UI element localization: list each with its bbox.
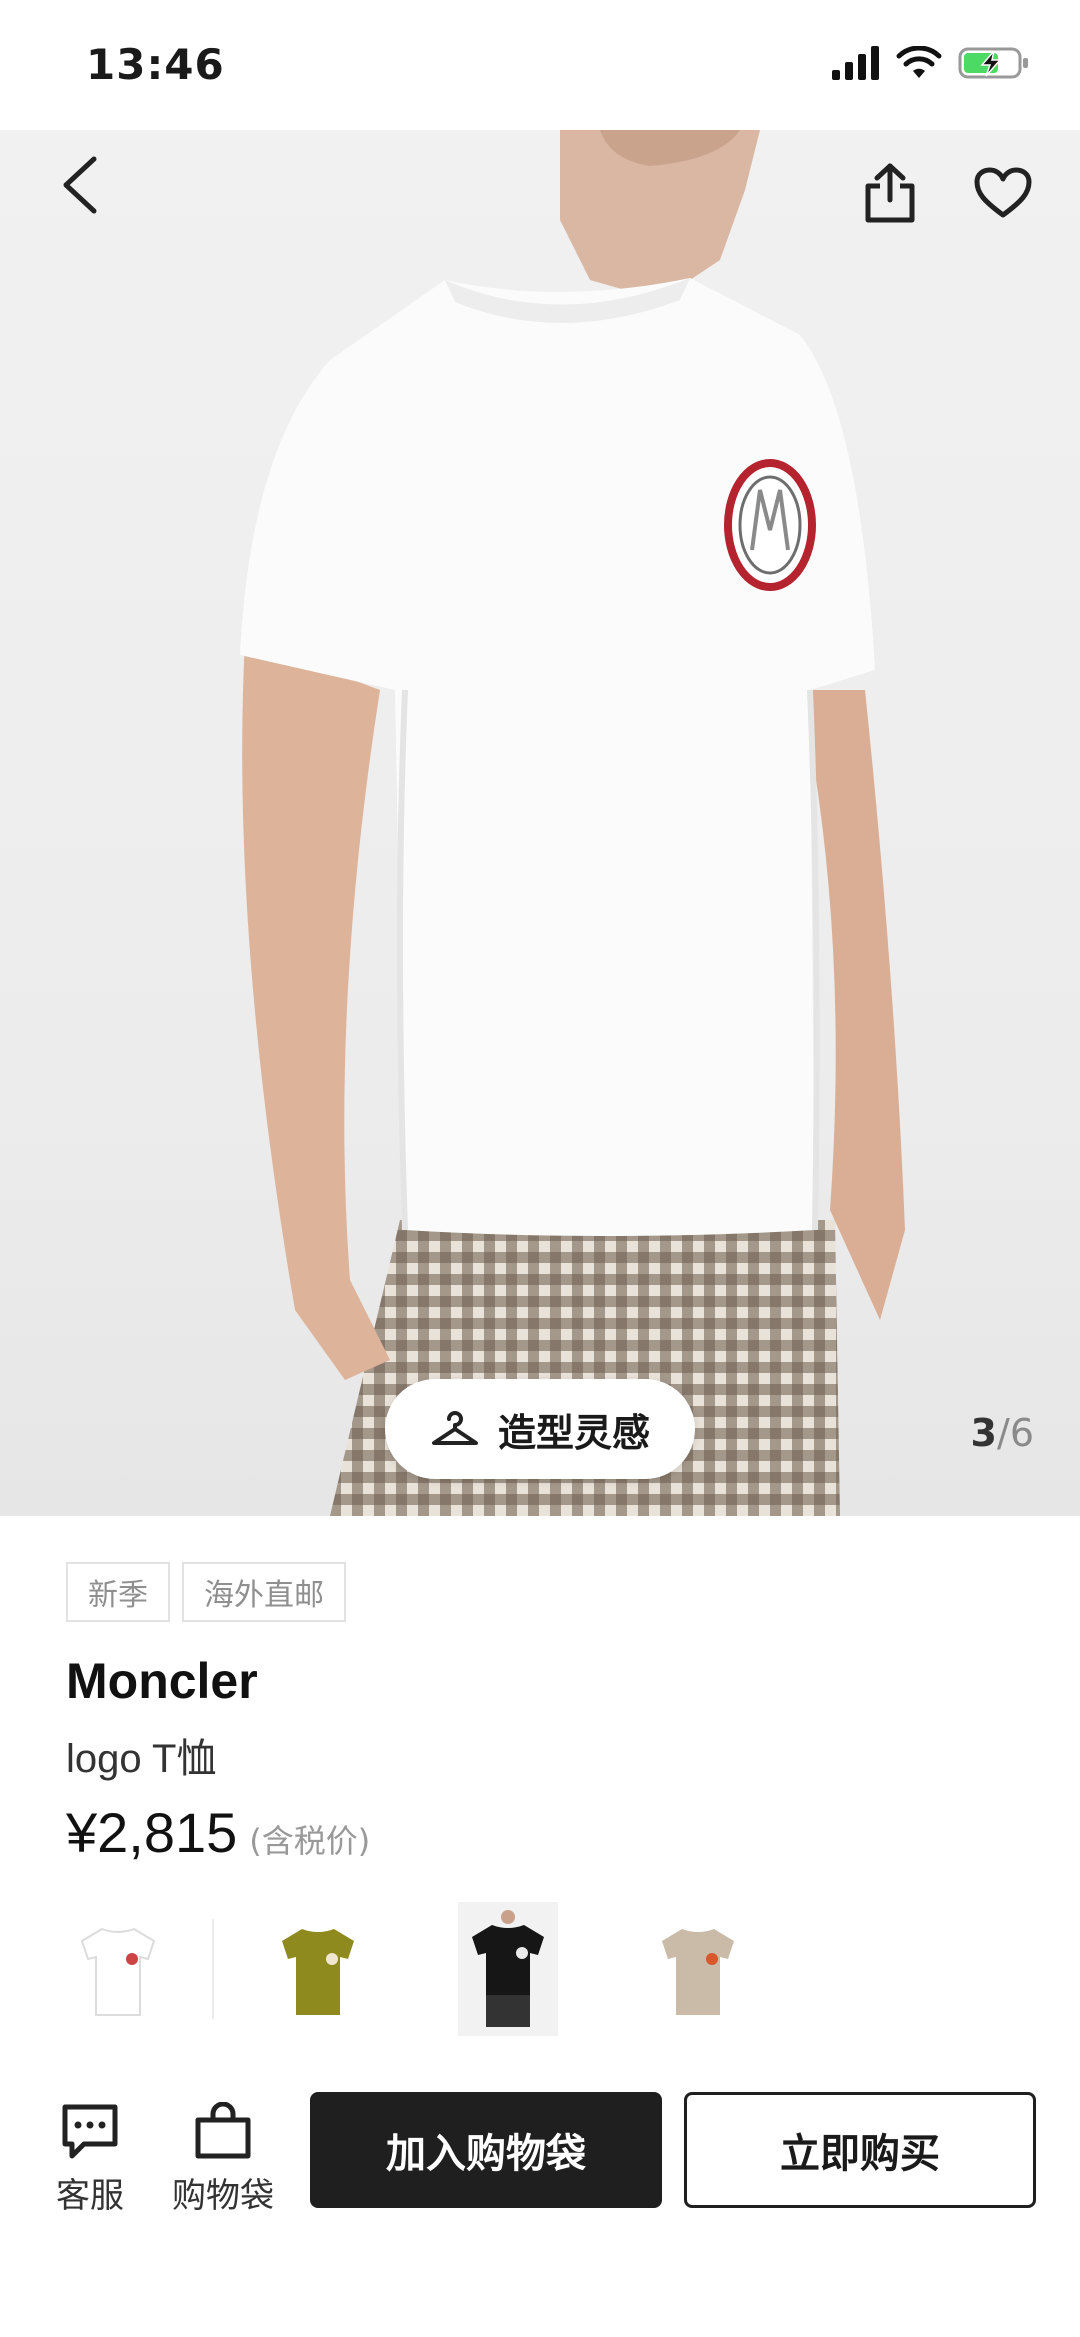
image-pager: 3/6 xyxy=(971,1411,1034,1455)
variant-white[interactable] xyxy=(68,1902,168,2036)
shopping-bag-button[interactable]: 购物袋 xyxy=(172,2102,274,2217)
customer-service-label: 客服 xyxy=(56,2176,124,2216)
style-inspiration-label: 造型灵感 xyxy=(497,1410,650,1455)
pager-separator: / xyxy=(997,1411,1010,1455)
variant-thumbnail xyxy=(472,1910,544,2027)
buy-now-button[interactable]: 立即购买 xyxy=(684,2092,1036,2208)
style-inspiration-button[interactable]: 造型灵感 xyxy=(385,1379,695,1479)
product-photo xyxy=(240,130,905,1516)
shopping-bag-label: 购物袋 xyxy=(172,2176,274,2216)
bottom-action-bar: 客服 购物袋 加入购物袋 立即购买 xyxy=(0,2080,1080,2240)
tag-new-season: 新季 xyxy=(66,1562,170,1622)
wifi-icon xyxy=(896,46,942,78)
color-variants xyxy=(68,1902,838,2036)
pager-current: 3 xyxy=(970,1411,997,1455)
shopping-bag-icon xyxy=(195,2102,251,2159)
back-button[interactable] xyxy=(35,140,125,230)
variant-beige[interactable] xyxy=(648,1902,748,2036)
customer-service-button[interactable]: 客服 xyxy=(56,2102,124,2217)
product-tags: 新季 海外直邮 xyxy=(66,1562,346,1622)
price-note: (含税价) xyxy=(249,1822,371,1860)
share-button[interactable] xyxy=(845,148,935,238)
share-icon xyxy=(865,163,915,223)
brand-name[interactable]: Moncler xyxy=(66,1652,258,1710)
heart-icon xyxy=(974,167,1032,218)
product-image-gallery[interactable]: 造型灵感 3/6 xyxy=(0,130,1080,1516)
variant-divider xyxy=(212,1919,214,2019)
battery-charging-icon xyxy=(958,47,1028,79)
price: ¥2,815 xyxy=(66,1801,238,1864)
variant-thumbnail xyxy=(282,1929,354,2015)
status-icons xyxy=(832,46,1030,80)
favorite-button[interactable] xyxy=(958,148,1048,238)
chat-icon xyxy=(62,2104,118,2159)
variant-olive[interactable] xyxy=(268,1902,368,2036)
product-name: logo T恤 xyxy=(66,1737,217,1781)
back-icon xyxy=(63,156,97,214)
pager-total: 6 xyxy=(1009,1411,1034,1455)
tag-overseas-direct: 海外直邮 xyxy=(182,1562,346,1622)
hanger-icon xyxy=(431,1411,478,1445)
signal-icon xyxy=(832,46,879,80)
variant-thumbnail xyxy=(80,1927,156,2016)
status-bar: 13:46 xyxy=(0,0,1080,130)
variant-black[interactable] xyxy=(458,1902,558,2036)
status-time: 13:46 xyxy=(86,40,225,89)
variant-thumbnail xyxy=(662,1929,734,2015)
add-to-bag-button[interactable]: 加入购物袋 xyxy=(310,2092,662,2208)
price-row: ¥2,815 (含税价) xyxy=(66,1800,370,1865)
